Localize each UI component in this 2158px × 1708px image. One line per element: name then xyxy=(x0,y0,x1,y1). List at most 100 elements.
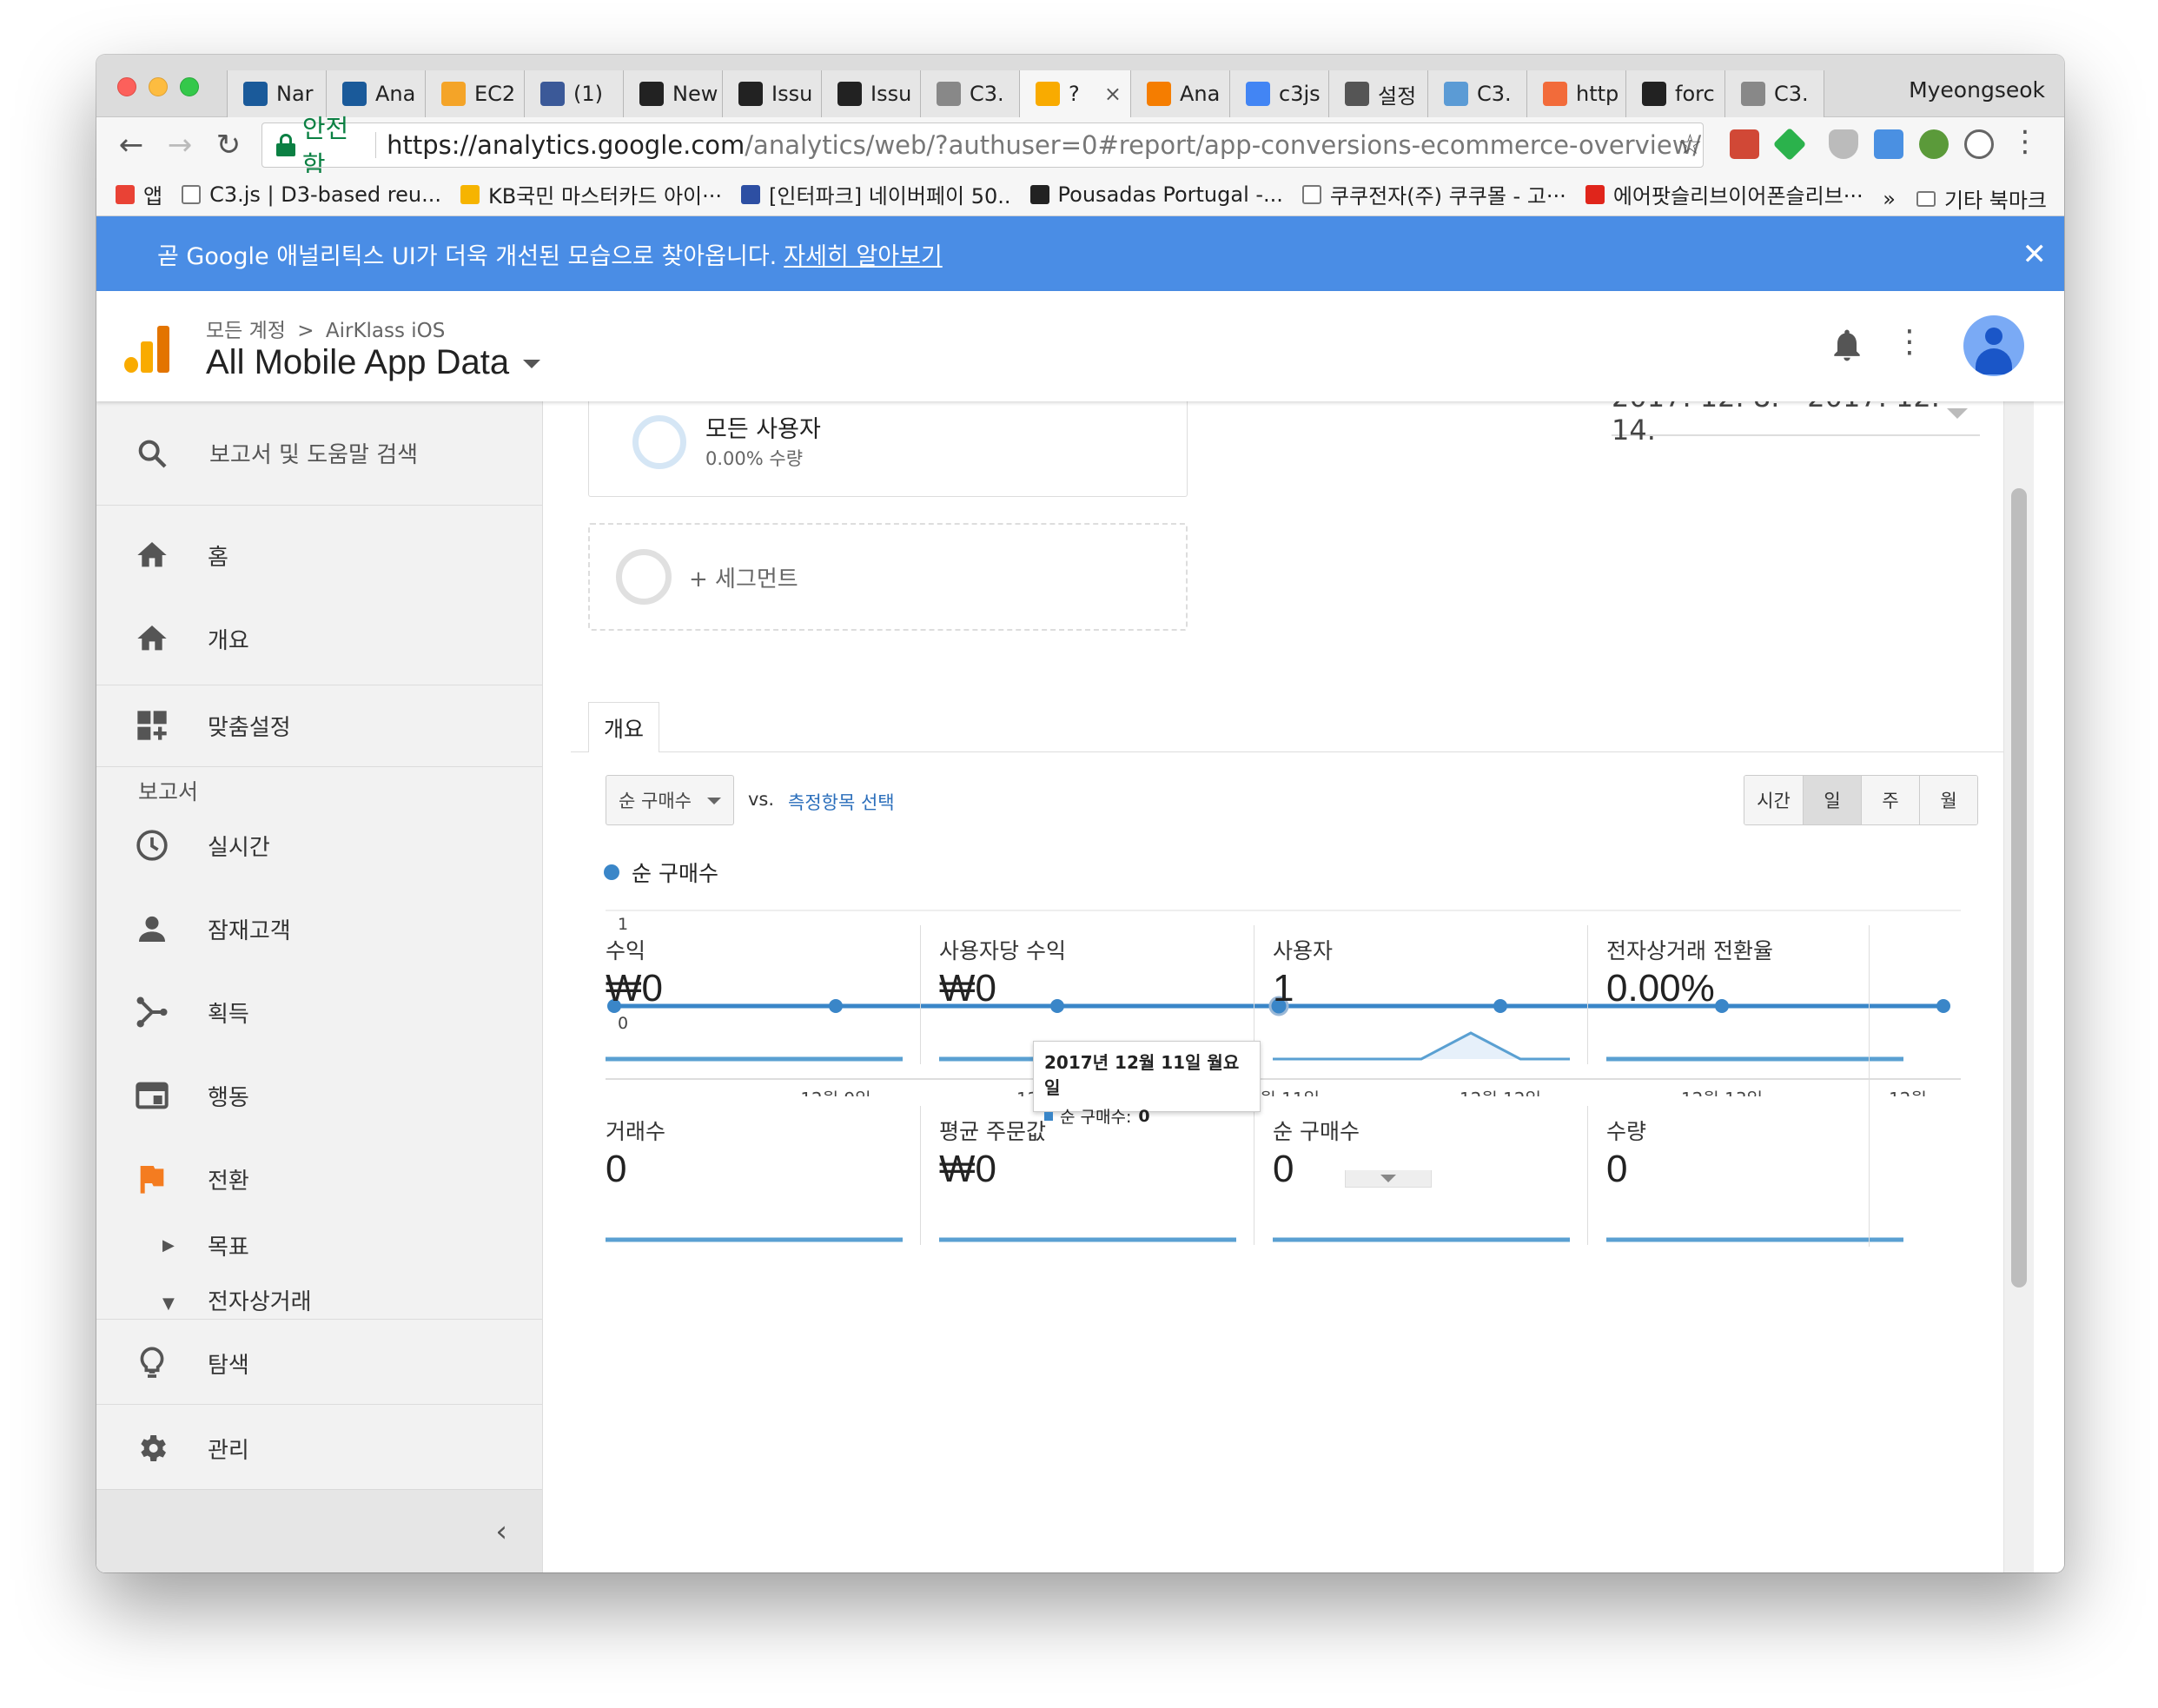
sidebar-item-realtime[interactable]: 실시간 xyxy=(96,806,542,884)
close-tab-icon[interactable]: × xyxy=(1104,82,1122,106)
kpi-label: 수량 xyxy=(1606,1119,1647,1144)
sidebar-item-admin[interactable]: 관리 xyxy=(96,1409,542,1487)
segment-card[interactable]: 모든 사용자 0.00% 수량 xyxy=(588,401,1188,497)
breadcrumb-property[interactable]: AirKlass iOS xyxy=(326,320,446,342)
tab-9[interactable]: Ana xyxy=(1130,70,1229,117)
back-button[interactable]: ← xyxy=(112,126,150,164)
sidebar-item-ecommerce[interactable]: ▼ 전자상거래 xyxy=(96,1275,542,1319)
zoom-window-button[interactable] xyxy=(180,77,199,96)
extension-icon[interactable] xyxy=(1772,127,1807,162)
new-tab-button[interactable] xyxy=(1824,70,1884,117)
kpi-card[interactable]: 평균 주문값 ₩0 xyxy=(939,1115,1273,1254)
collapse-sidebar-icon[interactable]: ‹ xyxy=(495,1514,507,1549)
bookmark-item[interactable]: 에어팟슬리브이어폰슬리브··· xyxy=(1585,179,1863,209)
vs-label: vs. xyxy=(748,789,775,810)
triangle-right-icon: ▶ xyxy=(162,1235,175,1255)
view-selector[interactable]: All Mobile App Data xyxy=(206,343,541,382)
tab-15[interactable]: C3. xyxy=(1724,70,1824,117)
sidebar-item-conversions[interactable]: 전환 xyxy=(96,1140,542,1218)
scrollbar[interactable] xyxy=(2003,401,2034,1572)
kpi-value: 0 xyxy=(606,1148,627,1190)
kpi-card[interactable]: 사용자 1 xyxy=(1273,934,1606,1073)
granularity-month[interactable]: 월 xyxy=(1919,776,1977,824)
kpi-card[interactable]: 수익 ₩0 xyxy=(606,934,939,1073)
page-icon xyxy=(1741,82,1765,106)
tab-7[interactable]: C3. xyxy=(920,70,1019,117)
sidebar-search[interactable]: 보고서 및 도움말 검색 xyxy=(96,401,542,506)
sidebar-item-audience[interactable]: 잠재고객 xyxy=(96,890,542,968)
tab-11[interactable]: 설정 xyxy=(1328,70,1427,117)
close-icon[interactable]: ✕ xyxy=(2022,237,2048,272)
banner-learn-more-link[interactable]: 자세히 알아보기 xyxy=(784,237,942,271)
kpi-label: 거래수 xyxy=(606,1119,666,1144)
tab-6[interactable]: Issu xyxy=(821,70,920,117)
granularity-day[interactable]: 일 xyxy=(1803,776,1861,824)
scrollbar-thumb[interactable] xyxy=(2011,488,2027,1288)
google-analytics-logo[interactable] xyxy=(124,326,171,373)
tab-8[interactable]: ? × xyxy=(1019,70,1130,117)
tab-3[interactable]: (1) xyxy=(524,70,623,117)
profile-name[interactable]: Myeongseok xyxy=(1909,77,2045,103)
bookmark-item[interactable]: KB국민 마스터카드 아이··· xyxy=(460,179,722,209)
extension-icon[interactable] xyxy=(1919,129,1949,159)
bookmark-star-icon[interactable]: ☆ xyxy=(1678,128,1703,161)
tab-10[interactable]: c3js xyxy=(1229,70,1328,117)
bookmark-label: C3.js | D3-based reu... xyxy=(209,182,441,207)
granularity-week[interactable]: 주 xyxy=(1861,776,1919,824)
kpi-card[interactable]: 순 구매수 0 xyxy=(1273,1115,1606,1254)
sidebar-item-discover[interactable]: 탐색 xyxy=(96,1324,542,1402)
add-segment-button[interactable]: + 세그먼트 xyxy=(588,523,1188,631)
more-options-icon[interactable]: ⋮ xyxy=(1894,324,1925,360)
other-bookmarks-folder[interactable]: 기타 북마크 xyxy=(1916,183,2047,214)
extension-icon[interactable] xyxy=(1829,129,1858,159)
tab-overview[interactable]: 개요 xyxy=(588,702,659,752)
minimize-window-button[interactable] xyxy=(149,77,168,96)
account-avatar[interactable] xyxy=(1963,315,2024,376)
sidebar-item-customize[interactable]: 맞춤설정 xyxy=(96,686,542,765)
kpi-value: ₩0 xyxy=(606,967,663,1010)
extension-icon[interactable] xyxy=(1730,129,1759,159)
tab-label: Nar xyxy=(276,82,314,106)
tab-5[interactable]: Issu xyxy=(722,70,821,117)
bookmark-item[interactable]: Pousadas Portugal -... xyxy=(1029,182,1283,207)
kpi-card[interactable]: 거래수 0 xyxy=(606,1115,939,1254)
sidebar-item-acquisition[interactable]: 획득 xyxy=(96,973,542,1051)
close-window-button[interactable] xyxy=(117,77,136,96)
tab-4[interactable]: New xyxy=(623,70,722,117)
x-tick-label: 12월 13일 xyxy=(1681,1089,1763,1096)
bookmark-item[interactable]: 쿠쿠전자(주) 쿠쿠몰 - 고··· xyxy=(1301,179,1566,209)
bookmark-item[interactable]: C3.js | D3-based reu... xyxy=(182,182,441,207)
sidebar-item-behavior[interactable]: 행동 xyxy=(96,1056,542,1135)
legend-label: 순 구매수 xyxy=(632,861,718,886)
kpi-card[interactable]: 전자상거래 전환율 0.00% xyxy=(1606,934,1940,1073)
forward-button[interactable]: → xyxy=(161,126,199,164)
sidebar-item-overview[interactable]: 개요 xyxy=(96,599,542,678)
bookmark-item[interactable]: [인터파크] 네이버페이 50.. xyxy=(741,179,1011,209)
tab-label: Issu xyxy=(870,82,912,106)
sidebar-item-home[interactable]: 홈 xyxy=(96,516,542,594)
download-icon[interactable] xyxy=(1874,129,1903,159)
primary-metric-select[interactable]: 순 구매수 xyxy=(606,775,734,825)
tab-2[interactable]: EC2 xyxy=(425,70,524,117)
github-icon xyxy=(738,82,763,106)
bookmarks-overflow-button[interactable]: » xyxy=(1883,187,1896,211)
notifications-bell-icon[interactable] xyxy=(1828,326,1866,364)
granularity-hour[interactable]: 시간 xyxy=(1744,776,1803,824)
bookmark-item[interactable]: 앱 xyxy=(116,179,162,209)
sidebar-item-label: 잠재고객 xyxy=(208,917,291,944)
tab-12[interactable]: C3. xyxy=(1427,70,1526,117)
breadcrumb-root[interactable]: 모든 계정 xyxy=(206,320,286,342)
sidebar-item-goals[interactable]: ▶ 목표 xyxy=(96,1213,542,1277)
browser-menu-icon[interactable]: ⋮ xyxy=(2010,124,2040,159)
tab-14[interactable]: forc xyxy=(1625,70,1724,117)
reload-button[interactable]: ↻ xyxy=(209,126,248,164)
kpi-card[interactable]: 수량 0 xyxy=(1606,1115,1940,1254)
select-metric-link[interactable]: 측정항목 선택 xyxy=(788,789,895,815)
tab-13[interactable]: http xyxy=(1526,70,1625,117)
sync-icon[interactable] xyxy=(1964,129,1994,159)
kpi-label: 사용자 xyxy=(1273,938,1334,963)
chevron-down-icon xyxy=(707,798,721,804)
address-bar[interactable]: 안전함 https://analytics.google.com /analyt… xyxy=(261,114,1704,180)
toolbar: ← → ↻ 안전함 https://analytics.google.com /… xyxy=(96,114,2064,180)
breadcrumb[interactable]: 모든 계정 > AirKlass iOS xyxy=(206,314,445,343)
